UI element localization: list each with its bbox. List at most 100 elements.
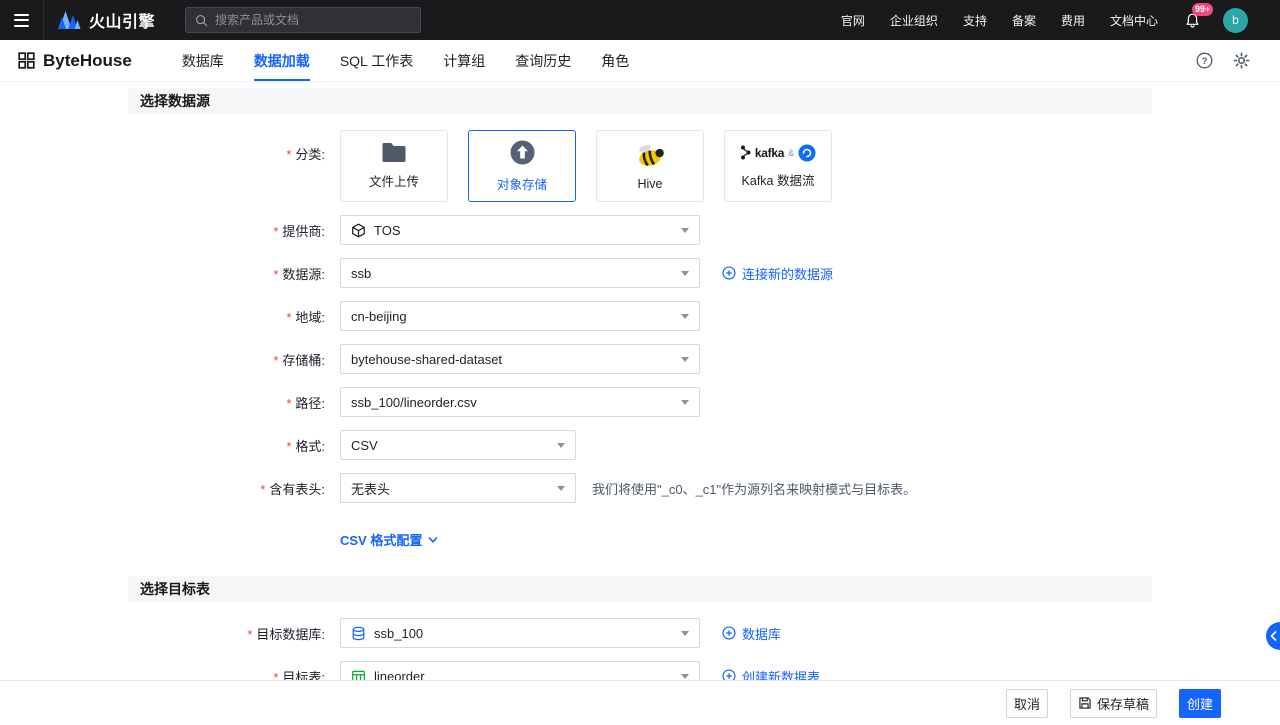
bytehouse-brand[interactable]: ByteHouse — [18, 51, 132, 71]
required-marker: * — [286, 395, 292, 411]
target-database-value: ssb_100 — [374, 625, 424, 641]
category-card-file-upload[interactable]: 文件上传 — [340, 130, 448, 202]
folder-icon — [382, 143, 406, 162]
required-marker: * — [286, 309, 292, 325]
has-header-label: * 含有表头: — [260, 481, 325, 497]
target-database-select[interactable]: ssb_100 — [340, 618, 700, 648]
form-row-target-table: * 目标表: lineorder 创建新数据表 — [128, 661, 1152, 680]
notification-bell-button[interactable]: 99+ — [1184, 2, 1214, 29]
form-row-provider: * 提供商: TOS — [128, 215, 1152, 245]
tab-query-history[interactable]: 查询历史 — [515, 40, 571, 81]
ampersand-text: & — [788, 147, 795, 158]
has-header-value: 无表头 — [351, 481, 391, 497]
topbar-link-docs-center[interactable]: 文档中心 — [1110, 12, 1158, 29]
required-marker: * — [260, 481, 266, 497]
path-value: ssb_100/lineorder.csv — [351, 394, 477, 410]
has-header-select[interactable]: 无表头 — [340, 473, 576, 503]
tab-roles[interactable]: 角色 — [601, 40, 629, 81]
chevron-left-icon — [1269, 631, 1276, 641]
topbar-link-enterprise-org[interactable]: 企业组织 — [890, 12, 938, 29]
create-new-table-link[interactable]: 创建新数据表 — [722, 667, 820, 680]
required-marker: * — [273, 669, 279, 681]
category-card-object-storage[interactable]: 对象存储 — [468, 130, 576, 202]
tab-sql-worksheet[interactable]: SQL 工作表 — [340, 40, 413, 81]
cancel-button[interactable]: 取消 — [1005, 688, 1048, 718]
create-database-link[interactable]: 数据库 — [722, 624, 781, 643]
caret-down-icon — [681, 356, 689, 362]
path-select[interactable]: ssb_100/lineorder.csv — [340, 387, 700, 417]
category-card-label: Hive — [637, 176, 663, 191]
connect-new-datasource-link[interactable]: 连接新的数据源 — [722, 264, 833, 283]
required-marker: * — [273, 223, 279, 239]
create-button[interactable]: 创建 — [1178, 688, 1221, 718]
csv-format-config-toggle[interactable]: CSV 格式配置 — [340, 530, 439, 549]
topbar-link-filing[interactable]: 备案 — [1012, 12, 1036, 29]
target-table-value: lineorder — [374, 668, 425, 681]
format-value: CSV — [351, 437, 378, 453]
required-marker: * — [273, 266, 279, 282]
required-marker: * — [273, 352, 279, 368]
circle-plus-icon — [722, 266, 736, 280]
form-row-has-header: * 含有表头: 无表头 我们将使用"_c0、_c1"作为源列名来映射模式与目标表。 — [128, 473, 1152, 503]
caret-down-icon — [557, 442, 565, 448]
caret-down-icon — [681, 399, 689, 405]
caret-down-icon — [681, 630, 689, 636]
topbar-link-support[interactable]: 支持 — [963, 12, 987, 29]
region-select[interactable]: cn-beijing — [340, 301, 700, 331]
category-card-kafka-stream[interactable]: kafka & Kafka 数据流 — [724, 130, 832, 202]
datasource-select[interactable]: ssb — [340, 258, 700, 288]
topbar-link-billing[interactable]: 费用 — [1061, 12, 1085, 29]
topbar-link-official-site[interactable]: 官网 — [841, 12, 865, 29]
user-avatar[interactable]: b — [1223, 7, 1248, 33]
bucket-select[interactable]: bytehouse-shared-dataset — [340, 344, 700, 374]
form-row-region: * 地域: cn-beijing — [128, 301, 1152, 331]
circle-plus-icon — [722, 669, 736, 680]
hamburger-menu-button[interactable] — [0, 0, 44, 40]
kafka-logo-text: kafka — [754, 145, 785, 160]
tab-databases[interactable]: 数据库 — [182, 40, 224, 81]
cloud-product-icon — [798, 144, 816, 161]
circle-plus-icon — [722, 626, 736, 640]
form-row-category: * 分类: 文件上传 对象存储 Hive kafka & Kafka 数据流 — [128, 130, 1152, 202]
footer-actions: 取消 保存草稿 创建 — [0, 680, 1280, 725]
search-input[interactable] — [215, 13, 412, 27]
notification-badge: 99+ — [1192, 2, 1214, 16]
category-card-hive[interactable]: Hive — [596, 130, 704, 202]
format-select[interactable]: CSV — [340, 430, 576, 460]
nav-tabs: 数据库 数据加载 SQL 工作表 计算组 查询历史 角色 — [182, 40, 629, 81]
tab-compute-groups[interactable]: 计算组 — [443, 40, 485, 81]
svg-text:?: ? — [1202, 56, 1208, 67]
settings-button[interactable] — [1233, 52, 1250, 69]
required-marker: * — [286, 147, 292, 162]
tos-provider-icon — [352, 223, 365, 237]
region-value: cn-beijing — [351, 308, 407, 324]
target-table-label: * 目标表: — [128, 667, 325, 681]
caret-down-icon — [681, 270, 689, 276]
hamburger-icon — [14, 13, 29, 27]
topbar-search[interactable] — [185, 7, 422, 33]
provider-select[interactable]: TOS — [340, 215, 700, 245]
provider-label: * 提供商: — [273, 223, 325, 239]
volcengine-brand-name: 火山引擎 — [89, 14, 156, 31]
target-table-select[interactable]: lineorder — [340, 661, 700, 680]
tab-data-loading[interactable]: 数据加载 — [253, 40, 310, 81]
topbar: 火山引擎 官网 企业组织 支持 备案 费用 文档中心 99+ b — [0, 0, 1280, 40]
product-navbar: ByteHouse 数据库 数据加载 SQL 工作表 计算组 查询历史 角色 ? — [0, 40, 1280, 82]
help-icon: ? — [1196, 52, 1213, 69]
category-cards: 文件上传 对象存储 Hive kafka & Kafka 数据流 — [340, 130, 832, 202]
search-icon — [195, 14, 208, 26]
hive-bee-icon — [639, 144, 664, 166]
volcengine-brand[interactable]: 火山引擎 — [56, 8, 155, 32]
form-row-path: * 路径: ssb_100/lineorder.csv — [128, 387, 1152, 417]
form-row-format: * 格式: CSV — [128, 430, 1152, 460]
caret-down-icon — [681, 227, 689, 233]
bucket-label: * 存储桶: — [273, 352, 325, 368]
save-icon — [1079, 697, 1091, 709]
category-card-label: 对象存储 — [496, 178, 547, 192]
topbar-links: 官网 企业组织 支持 备案 费用 文档中心 — [841, 12, 1158, 29]
region-label: * 地域: — [286, 309, 325, 325]
required-marker: * — [247, 626, 253, 642]
save-draft-button[interactable]: 保存草稿 — [1069, 688, 1157, 718]
help-button[interactable]: ? — [1196, 52, 1213, 69]
caret-down-icon — [557, 485, 565, 491]
